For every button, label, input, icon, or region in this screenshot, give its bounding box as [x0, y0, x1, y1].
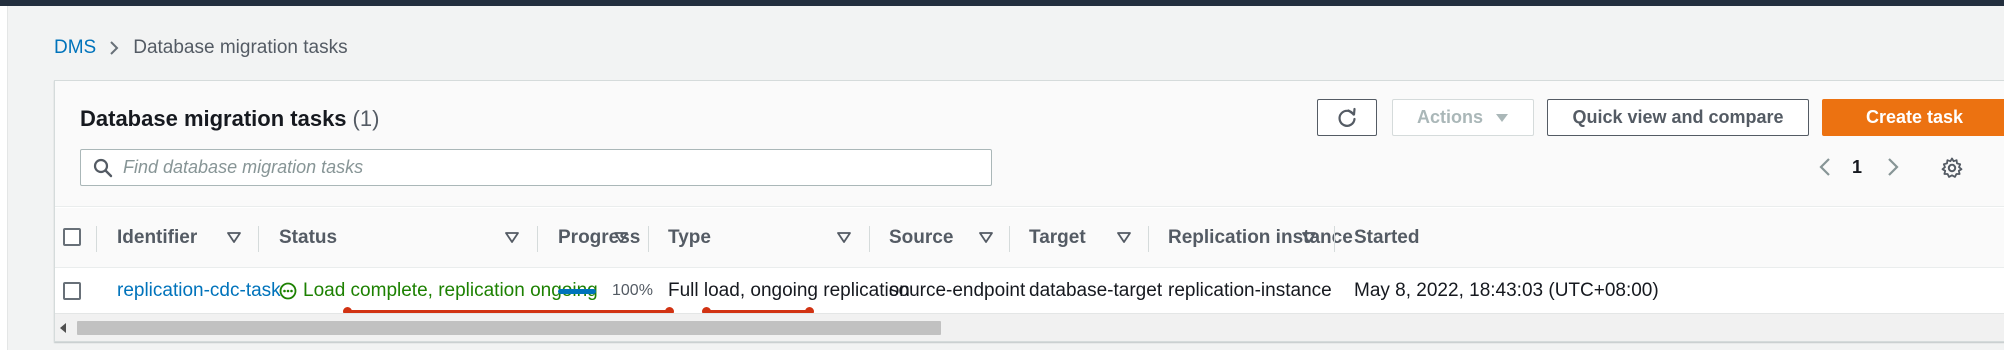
chevron-right-icon [109, 40, 119, 56]
column-divider [648, 226, 649, 252]
column-label: Identifier [117, 227, 198, 248]
breadcrumb-dms-link[interactable]: DMS [54, 37, 96, 59]
column-label: Started [1354, 227, 1420, 248]
column-divider [1334, 226, 1335, 252]
status-cell: Load complete, replication ongoing [279, 269, 598, 313]
status-in-progress-icon [279, 282, 297, 300]
column-header-started[interactable]: Started [1354, 208, 1419, 268]
breadcrumb-current: Database migration tasks [133, 37, 348, 58]
column-header-progress[interactable]: Progress [558, 208, 640, 268]
migration-tasks-panel: Database migration tasks (1) Actions Quic… [54, 80, 2004, 342]
top-bar [0, 0, 2004, 6]
side-rail [0, 6, 8, 350]
scrollbar-thumb[interactable] [77, 321, 941, 335]
horizontal-scrollbar[interactable] [55, 313, 2004, 341]
column-divider [537, 226, 538, 252]
progress-value: 100% [612, 282, 653, 299]
sort-icon[interactable] [1302, 208, 1316, 268]
settings-gear-icon[interactable] [1941, 154, 1963, 182]
search-icon [93, 158, 113, 178]
previous-page-icon[interactable] [1819, 153, 1831, 181]
column-divider [1148, 226, 1149, 252]
quick-view-compare-button[interactable]: Quick view and compare [1547, 99, 1809, 136]
column-label: Type [668, 227, 711, 248]
caret-down-icon [1495, 113, 1509, 123]
row-select-checkbox[interactable] [63, 282, 81, 300]
select-all-checkbox[interactable] [63, 228, 81, 246]
column-label: Replication instance [1168, 227, 1353, 248]
column-header-status[interactable]: Status [279, 208, 337, 268]
page-title: Database migration tasks (1) [80, 106, 379, 132]
sort-icon[interactable] [614, 208, 628, 268]
task-identifier-link[interactable]: replication-cdc-task [117, 269, 281, 313]
sort-icon[interactable] [227, 208, 241, 268]
column-label: Target [1029, 227, 1086, 248]
progress-bar [558, 288, 596, 294]
search-input[interactable] [123, 157, 983, 178]
column-label: Status [279, 227, 338, 248]
column-header-type[interactable]: Type [668, 208, 711, 268]
progress-cell: 100% [558, 269, 653, 313]
title-text: Database migration tasks [80, 106, 347, 131]
column-header-target[interactable]: Target [1029, 208, 1086, 268]
refresh-icon [1336, 107, 1358, 129]
table-header: Identifier Status Progress Type Source T… [55, 208, 2004, 268]
column-header-identifier[interactable]: Identifier [117, 208, 197, 268]
source-cell: source-endpoint [889, 280, 1026, 301]
refresh-button[interactable] [1317, 99, 1377, 136]
column-divider [1009, 226, 1010, 252]
status-text: Load complete, replication ongoing [303, 280, 598, 301]
column-divider [869, 226, 870, 252]
column-divider [96, 226, 97, 252]
sort-icon[interactable] [979, 208, 993, 268]
scroll-left-icon[interactable] [59, 322, 67, 334]
column-label: Source [889, 227, 954, 248]
actions-dropdown[interactable]: Actions [1392, 99, 1534, 136]
page-number[interactable]: 1 [1843, 153, 1871, 181]
sort-icon[interactable] [505, 208, 519, 268]
actions-label: Actions [1416, 107, 1483, 127]
search-field[interactable] [80, 149, 992, 186]
column-header-replication-instance[interactable]: Replication instance [1168, 208, 1353, 268]
column-header-source[interactable]: Source [889, 208, 953, 268]
column-label: Progress [558, 227, 641, 248]
replication-instance-cell: replication-instance [1168, 280, 1332, 301]
title-count: (1) [352, 106, 380, 131]
breadcrumb: DMS Database migration tasks [54, 36, 348, 60]
started-cell: May 8, 2022, 18:43:03 (UTC+08:00) [1354, 280, 1659, 301]
target-cell: database-target [1029, 280, 1163, 301]
create-task-button[interactable]: Create task [1822, 99, 2004, 136]
sort-icon[interactable] [1117, 208, 1131, 268]
column-divider [258, 226, 259, 252]
next-page-icon[interactable] [1887, 153, 1899, 181]
sort-icon[interactable] [837, 208, 851, 268]
